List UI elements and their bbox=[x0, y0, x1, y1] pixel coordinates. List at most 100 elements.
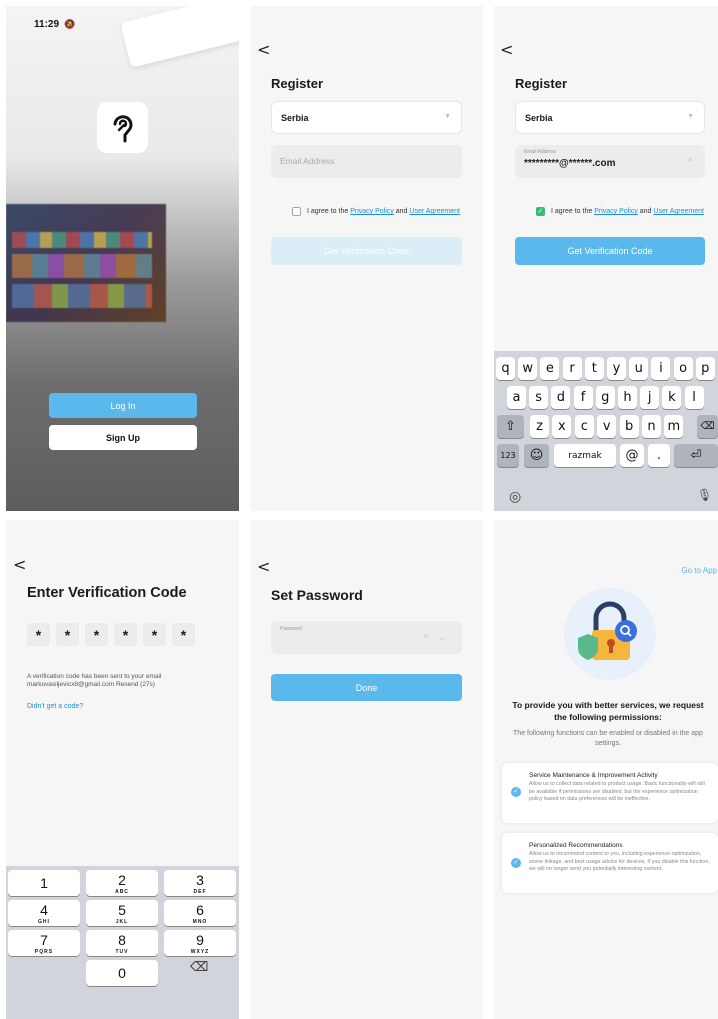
keypad-key-7[interactable]: 7 PQRS bbox=[8, 930, 80, 956]
backspace-key[interactable]: ⌫ bbox=[697, 415, 718, 438]
key-b[interactable]: b bbox=[619, 415, 639, 438]
keypad-letters: ABC bbox=[115, 889, 129, 895]
keypad-key-1[interactable]: 1 bbox=[8, 870, 80, 896]
keypad-key-2[interactable]: 2 ABC bbox=[86, 870, 158, 896]
get-code-button[interactable]: Get Verification Code bbox=[271, 237, 462, 265]
register-screen-filled: < Register Serbia ▼ Email Address ******… bbox=[494, 6, 718, 511]
key-d[interactable]: d bbox=[551, 386, 571, 409]
login-button[interactable]: Log In bbox=[49, 393, 197, 418]
check-icon[interactable]: ✓ bbox=[511, 787, 521, 797]
keypad-letters: JKL bbox=[115, 919, 129, 925]
password-label: Password bbox=[280, 626, 302, 632]
at-key[interactable]: @ bbox=[620, 444, 644, 467]
key-j[interactable]: j bbox=[640, 386, 660, 409]
back-button[interactable]: < bbox=[257, 40, 270, 59]
country-select[interactable]: Serbia ▼ bbox=[271, 101, 462, 134]
code-digit-box[interactable]: * bbox=[27, 623, 50, 646]
eye-closed-icon[interactable]: ◡ bbox=[439, 632, 446, 641]
signup-button[interactable]: Sign Up bbox=[49, 425, 197, 450]
return-key[interactable]: ⏎ bbox=[674, 444, 718, 467]
code-digit-box[interactable]: * bbox=[143, 623, 166, 646]
user-agreement-link[interactable]: User Agreement bbox=[653, 208, 704, 215]
permission-desc: Allow us to collect data related to prod… bbox=[529, 781, 705, 802]
clear-icon[interactable]: × bbox=[423, 631, 429, 642]
app-logo-icon bbox=[113, 114, 132, 142]
get-code-button[interactable]: Get Verification Code bbox=[515, 237, 705, 265]
key-q[interactable]: q bbox=[496, 357, 515, 380]
lock-icon bbox=[578, 601, 637, 660]
key-u[interactable]: u bbox=[629, 357, 649, 380]
keypad-digit: 6 bbox=[196, 902, 204, 918]
key-v[interactable]: v bbox=[597, 415, 617, 438]
key-p[interactable]: p bbox=[695, 357, 715, 380]
back-button[interactable]: < bbox=[13, 555, 26, 574]
permission-title: Personalized Recommendations bbox=[529, 842, 623, 849]
country-value: Serbia bbox=[281, 113, 309, 123]
check-icon[interactable]: ✓ bbox=[511, 858, 521, 868]
privacy-policy-link[interactable]: Privacy Policy bbox=[350, 208, 394, 215]
email-placeholder: Email Address bbox=[280, 156, 335, 166]
key-z[interactable]: z bbox=[530, 415, 549, 438]
key-m[interactable]: m bbox=[664, 415, 684, 438]
tv-image bbox=[6, 204, 166, 322]
keypad-letters: PQRS bbox=[34, 949, 54, 955]
code-digit-box[interactable]: * bbox=[56, 623, 79, 646]
page-title: Enter Verification Code bbox=[27, 585, 187, 601]
country-select[interactable]: Serbia ▼ bbox=[515, 101, 705, 134]
back-button[interactable]: < bbox=[257, 557, 270, 576]
emoji-key[interactable]: ☺ bbox=[524, 444, 549, 467]
user-agreement-link[interactable]: User Agreement bbox=[409, 208, 460, 215]
key-x[interactable]: x bbox=[552, 415, 572, 438]
code-sent-info: A verification code has been sent to you… bbox=[27, 673, 161, 689]
microphone-icon[interactable]: 🎙 bbox=[697, 488, 712, 502]
keypad-key-9[interactable]: 9 WXYZ bbox=[164, 930, 236, 956]
agree-prefix: I agree to the bbox=[551, 208, 593, 215]
key-l[interactable]: l bbox=[684, 386, 704, 409]
privacy-policy-link[interactable]: Privacy Policy bbox=[594, 208, 638, 215]
numbers-key[interactable]: 123 bbox=[497, 444, 519, 467]
code-digit-box[interactable]: * bbox=[114, 623, 137, 646]
agreement-text: I agree to the Privacy Policy and User A… bbox=[290, 207, 460, 216]
keypad-key-8[interactable]: 8 TUV bbox=[86, 930, 158, 956]
key-e[interactable]: e bbox=[540, 357, 560, 380]
back-button[interactable]: < bbox=[500, 40, 513, 59]
keypad-key-0[interactable]: 0 bbox=[86, 960, 158, 986]
keypad-key-6[interactable]: 6 MNO bbox=[164, 900, 236, 926]
permission-card-service[interactable]: ✓ Service Maintenance & Improvement Acti… bbox=[502, 763, 718, 823]
password-input[interactable]: Password × ◡ bbox=[271, 621, 462, 654]
chevron-down-icon: ▼ bbox=[687, 113, 694, 120]
email-input[interactable]: Email Address *********@******.com × bbox=[515, 145, 705, 178]
email-input[interactable]: Email Address bbox=[271, 145, 462, 178]
key-y[interactable]: y bbox=[607, 357, 626, 380]
code-digit-box[interactable]: * bbox=[85, 623, 108, 646]
key-o[interactable]: o bbox=[673, 357, 693, 380]
go-to-app-link[interactable]: Go to App bbox=[681, 566, 717, 575]
key-f[interactable]: f bbox=[573, 386, 593, 409]
key-h[interactable]: h bbox=[618, 386, 637, 409]
done-button[interactable]: Done bbox=[271, 674, 462, 701]
keypad-key-4[interactable]: 4 GHI bbox=[8, 900, 80, 926]
email-label: Email Address bbox=[524, 149, 556, 155]
key-c[interactable]: c bbox=[574, 415, 594, 438]
space-key[interactable]: razmak bbox=[554, 444, 616, 467]
key-a[interactable]: a bbox=[507, 386, 526, 409]
key-g[interactable]: g bbox=[595, 386, 615, 409]
globe-icon[interactable]: ◎ bbox=[509, 488, 521, 505]
code-digit-box[interactable]: * bbox=[172, 623, 195, 646]
key-t[interactable]: t bbox=[584, 357, 604, 380]
keypad-key-5[interactable]: 5 JKL bbox=[86, 900, 158, 926]
key-k[interactable]: k bbox=[662, 386, 682, 409]
didnt-get-code-link[interactable]: Didn't get a code? bbox=[27, 703, 83, 710]
key-i[interactable]: i bbox=[651, 357, 671, 380]
key-r[interactable]: r bbox=[562, 357, 582, 380]
permissions-screen: Go to App To provide you with better ser… bbox=[494, 520, 718, 1019]
keypad-key-3[interactable]: 3 DEF bbox=[164, 870, 236, 896]
key-s[interactable]: s bbox=[529, 386, 549, 409]
dot-key[interactable]: . bbox=[648, 444, 670, 467]
clear-icon[interactable]: × bbox=[687, 155, 693, 166]
key-w[interactable]: w bbox=[518, 357, 538, 380]
backspace-key[interactable]: ⌫ bbox=[190, 959, 208, 975]
key-n[interactable]: n bbox=[642, 415, 661, 438]
permission-card-recommendations[interactable]: ✓ Personalized Recommendations Allow us … bbox=[502, 833, 718, 893]
shift-key[interactable]: ⇧ bbox=[497, 415, 524, 438]
